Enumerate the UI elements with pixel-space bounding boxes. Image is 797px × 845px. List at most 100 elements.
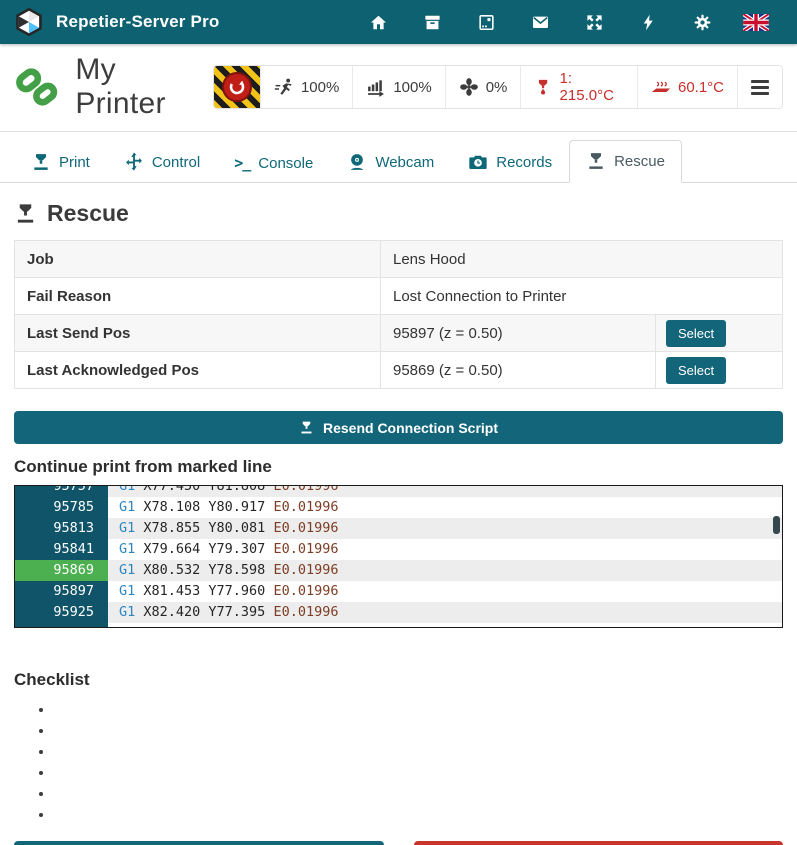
row-label: Last Acknowledged Pos — [15, 352, 381, 388]
printer-name: My Printer — [75, 53, 213, 121]
rescue-heading-icon — [14, 202, 37, 225]
select-button[interactable]: Select — [666, 357, 726, 384]
gcode-line[interactable]: 95841 G1 X79.664 Y79.307 E0.01996 — [15, 539, 782, 560]
gcode-line[interactable]: 95757 G1 X77.450 Y81.808 E0.01996 — [15, 485, 782, 497]
line-number: 95841 — [15, 539, 108, 560]
tab-print[interactable]: Print — [14, 141, 107, 183]
line-number: 95897 — [15, 581, 108, 602]
tab-bar: Print Control >_ Console Webcam Records … — [0, 132, 797, 183]
emergency-stop-button[interactable] — [214, 66, 260, 108]
fan-badge[interactable]: 0% — [445, 66, 521, 108]
webcam-icon — [347, 152, 367, 172]
row-action-cell: Select — [655, 352, 782, 388]
hazard-stripes — [214, 66, 260, 108]
gcode-line[interactable]: 95953 G1 X83.433 Y76.886 E0.01996 — [15, 623, 782, 628]
line-number: 95785 — [15, 497, 108, 518]
table-row: Fail Reason Lost Connection to Printer — [15, 278, 782, 315]
checklist-item — [54, 784, 783, 805]
row-label: Fail Reason — [15, 278, 381, 314]
language-flag-icon[interactable] — [729, 14, 783, 31]
row-value: 95897 (z = 0.50) — [381, 317, 655, 350]
tab-webcam[interactable]: Webcam — [330, 141, 451, 183]
gcode-line[interactable]: 95813 G1 X78.855 Y80.081 E0.01996 — [15, 518, 782, 539]
tab-label: Print — [59, 154, 90, 171]
speed-value: 100% — [301, 79, 339, 96]
repetier-server-page: Repetier-Server Pro — [0, 0, 797, 845]
rescue-heading: Rescue — [14, 200, 783, 227]
emergency-stop-icon — [222, 72, 252, 102]
tab-label: Webcam — [375, 154, 434, 171]
gcode-line[interactable]: 95785 G1 X78.108 Y80.917 E0.01996 — [15, 497, 782, 518]
print-nozzle-icon — [31, 152, 51, 172]
checklist-item — [54, 763, 783, 784]
console-prompt-icon: >_ — [234, 154, 250, 172]
mail-icon[interactable] — [513, 13, 567, 32]
fan-icon — [459, 77, 479, 97]
topbar-menu — [351, 13, 783, 32]
rescue-heading-text: Rescue — [47, 200, 129, 227]
resend-button-label: Resend Connection Script — [323, 420, 498, 436]
row-value: Lost Connection to Printer — [381, 280, 655, 313]
tab-label: Records — [496, 154, 552, 171]
gcode-text: G1 X82.420 Y77.395 E0.01996 — [108, 602, 782, 623]
checklist — [54, 700, 783, 826]
gcode-text: G1 X78.855 Y80.081 E0.01996 — [108, 518, 782, 539]
tab-console[interactable]: >_ Console — [217, 143, 330, 183]
gcode-scrollbar-thumb[interactable] — [773, 516, 780, 534]
extruder-temp-badge[interactable]: 1: 215.0°C — [520, 66, 637, 108]
row-action-cell — [655, 241, 782, 277]
flow-bars-icon — [366, 77, 386, 97]
bottom-actions: Continue Print Cancel Print — [14, 841, 783, 845]
flow-badge[interactable]: 100% — [352, 66, 444, 108]
flow-value: 100% — [393, 79, 431, 96]
resend-connection-script-button[interactable]: Resend Connection Script — [14, 411, 783, 444]
camera-records-icon — [468, 152, 488, 172]
tab-control[interactable]: Control — [107, 141, 217, 183]
home-icon[interactable] — [351, 13, 405, 32]
line-number: 95869 — [15, 560, 108, 581]
power-icon[interactable] — [621, 13, 675, 32]
gcode-text: G1 X79.664 Y79.307 E0.01996 — [108, 539, 782, 560]
gcode-line[interactable]: 95869 G1 X80.532 Y78.598 E0.01996 — [15, 560, 782, 581]
continue-print-button[interactable]: Continue Print — [14, 841, 384, 845]
checklist-item — [54, 742, 783, 763]
tab-label: Console — [258, 155, 313, 172]
printers-icon[interactable] — [459, 13, 513, 32]
tab-rescue[interactable]: Rescue — [569, 140, 682, 183]
fan-value: 0% — [486, 79, 508, 96]
cancel-print-button[interactable]: Cancel Print — [414, 841, 784, 845]
checklist-item — [54, 805, 783, 826]
line-number: 95757 — [15, 485, 108, 497]
table-row: Job Lens Hood — [15, 241, 782, 278]
checklist-item — [54, 721, 783, 742]
extruder-temp-value: 1: 215.0°C — [560, 70, 624, 104]
row-value: Lens Hood — [381, 243, 655, 276]
move-arrows-icon — [124, 152, 144, 172]
line-number: 95925 — [15, 602, 108, 623]
gcode-line[interactable]: 95897 G1 X81.453 Y77.960 E0.01996 — [15, 581, 782, 602]
speed-badge[interactable]: 100% — [260, 66, 352, 108]
gcode-text: G1 X80.532 Y78.598 E0.01996 — [108, 560, 782, 581]
settings-icon[interactable] — [675, 13, 729, 32]
printer-status-bar: 100% 100% — [213, 65, 783, 109]
gcode-line[interactable]: 95925 G1 X82.420 Y77.395 E0.01996 — [15, 602, 782, 623]
line-number: 95813 — [15, 518, 108, 539]
rescue-nozzle-icon — [586, 151, 606, 171]
extruder-icon — [534, 77, 552, 97]
gcode-text: G1 X81.453 Y77.960 E0.01996 — [108, 581, 782, 602]
select-button[interactable]: Select — [666, 320, 726, 347]
gcode-viewer: 95757 G1 X77.450 Y81.808 E0.01996 95785 … — [14, 485, 783, 628]
bed-temp-badge[interactable]: 60.1°C — [637, 66, 737, 108]
nozzle-icon — [299, 420, 314, 435]
tab-records[interactable]: Records — [451, 141, 569, 183]
gcode-lines: 95757 G1 X77.450 Y81.808 E0.01996 95785 … — [15, 485, 782, 628]
row-label: Job — [15, 241, 381, 277]
table-row: Last Acknowledged Pos 95869 (z = 0.50) S… — [15, 352, 782, 389]
rescue-info-table: Job Lens Hood Fail Reason Lost Connectio… — [14, 240, 783, 389]
archive-icon[interactable] — [405, 13, 459, 32]
checklist-item — [54, 700, 783, 721]
expand-icon[interactable] — [567, 13, 621, 32]
tab-label: Rescue — [614, 153, 665, 170]
gcode-text: G1 X78.108 Y80.917 E0.01996 — [108, 497, 782, 518]
printer-menu-button[interactable] — [737, 66, 782, 108]
